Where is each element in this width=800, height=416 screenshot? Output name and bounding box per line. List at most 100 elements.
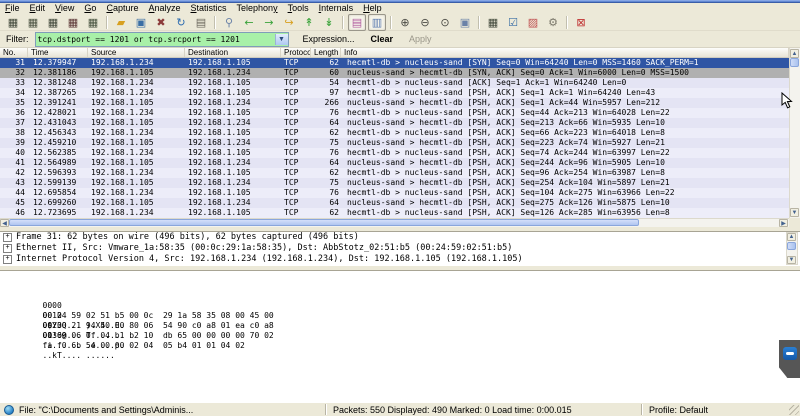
- cell-no: 31: [0, 58, 28, 68]
- expand-icon[interactable]: +: [3, 233, 12, 242]
- expand-icon[interactable]: +: [3, 244, 12, 253]
- column-header[interactable]: Time: [28, 48, 88, 57]
- resize-grip[interactable]: [789, 405, 799, 415]
- menu-capture[interactable]: Capture: [101, 3, 143, 14]
- packet-row[interactable]: 43 12.599139 192.168.1.105 192.168.1.234…: [0, 178, 789, 188]
- column-header[interactable]: Protocol: [281, 48, 311, 57]
- packet-row[interactable]: 41 12.564989 192.168.1.105 192.168.1.234…: [0, 158, 789, 168]
- packet-row[interactable]: 34 12.387265 192.168.1.234 192.168.1.105…: [0, 88, 789, 98]
- colorize-toggle-icon[interactable]: ▤: [348, 14, 366, 31]
- find-packet-icon[interactable]: ⚲: [220, 14, 238, 31]
- menu-internals[interactable]: Internals: [314, 3, 359, 14]
- packet-row[interactable]: 36 12.428021 192.168.1.234 192.168.1.105…: [0, 108, 789, 118]
- cell-time: 12.562385: [28, 148, 88, 158]
- cell-no: 34: [0, 88, 28, 98]
- close-file-icon[interactable]: ✖: [152, 14, 170, 31]
- filter-dropdown-arrow-icon[interactable]: ▼: [275, 34, 288, 45]
- column-header[interactable]: Destination: [185, 48, 281, 57]
- detail-row[interactable]: + Ethernet II, Src: Vmware_1a:58:35 (00:…: [0, 243, 800, 254]
- menu-go[interactable]: Go: [79, 3, 101, 14]
- packet-row[interactable]: 39 12.459210 192.168.1.105 192.168.1.234…: [0, 138, 789, 148]
- open-file-icon[interactable]: ▰: [112, 14, 130, 31]
- scroll-down-icon[interactable]: ▼: [790, 208, 799, 217]
- go-to-packet-icon[interactable]: ↪: [280, 14, 298, 31]
- menu-help[interactable]: Help: [358, 3, 387, 14]
- zoom-100-icon[interactable]: ⊙: [436, 14, 454, 31]
- print-icon[interactable]: ▤: [192, 14, 210, 31]
- scroll-up-icon[interactable]: ▲: [790, 49, 799, 58]
- capture-options-icon[interactable]: ▦: [24, 14, 42, 31]
- help-icon[interactable]: ⊠: [572, 14, 590, 31]
- menu-view[interactable]: View: [50, 3, 79, 14]
- column-header[interactable]: Source: [88, 48, 185, 57]
- go-back-icon[interactable]: ←: [240, 14, 258, 31]
- packet-row[interactable]: 44 12.695854 192.168.1.234 192.168.1.105…: [0, 188, 789, 198]
- expression-button[interactable]: Expression...: [301, 34, 357, 44]
- packet-row[interactable]: 42 12.596393 192.168.1.234 192.168.1.105…: [0, 168, 789, 178]
- detail-text: Frame 31: 62 bytes on wire (496 bits), 6…: [16, 232, 359, 243]
- zoom-out-icon[interactable]: ⊖: [416, 14, 434, 31]
- cell-no: 33: [0, 78, 28, 88]
- status-profile[interactable]: Profile: Default: [643, 404, 800, 416]
- details-scroll-thumb[interactable]: [787, 242, 796, 250]
- cell-time: 12.379947: [28, 58, 88, 68]
- cell-protocol: TCP: [281, 98, 311, 108]
- packet-row[interactable]: 38 12.456343 192.168.1.234 192.168.1.105…: [0, 128, 789, 138]
- packet-row[interactable]: 32 12.381186 192.168.1.105 192.168.1.234…: [0, 68, 789, 78]
- packet-list-vertical-scrollbar[interactable]: [789, 48, 800, 218]
- clear-button[interactable]: Clear: [369, 34, 396, 44]
- menu-tools[interactable]: Tools: [283, 3, 314, 14]
- go-first-icon[interactable]: ↟: [300, 14, 318, 31]
- column-header[interactable]: No.: [0, 48, 28, 57]
- autoscroll-toggle-icon[interactable]: ▥: [368, 14, 386, 31]
- restart-capture-icon[interactable]: ▦: [84, 14, 102, 31]
- packet-row[interactable]: 33 12.381248 192.168.1.234 192.168.1.105…: [0, 78, 789, 88]
- vertical-scroll-thumb[interactable]: [790, 58, 799, 67]
- toolbar-separator: [390, 16, 392, 29]
- scroll-left-icon[interactable]: ◀: [0, 219, 9, 227]
- packet-list-header[interactable]: No.TimeSourceDestinationProtocolLengthIn…: [0, 48, 789, 58]
- packet-row[interactable]: 31 12.379947 192.168.1.234 192.168.1.105…: [0, 58, 789, 68]
- apply-button[interactable]: Apply: [407, 34, 434, 44]
- display-filter-icon[interactable]: ☑: [504, 14, 522, 31]
- packet-row[interactable]: 37 12.431043 192.168.1.105 192.168.1.234…: [0, 118, 789, 128]
- horizontal-scroll-thumb[interactable]: [9, 219, 639, 226]
- resize-columns-icon[interactable]: ▣: [456, 14, 474, 31]
- cell-length: 64: [311, 198, 341, 208]
- cell-no: 41: [0, 158, 28, 168]
- details-scroll-down-icon[interactable]: ▼: [787, 256, 796, 264]
- details-scroll-up-icon[interactable]: ▲: [787, 233, 796, 241]
- expert-info-icon[interactable]: [4, 405, 14, 415]
- save-file-icon[interactable]: ▣: [132, 14, 150, 31]
- stop-capture-icon[interactable]: ▦: [64, 14, 82, 31]
- menu-telephony[interactable]: Telephony: [232, 3, 283, 14]
- filter-combobox[interactable]: ▼: [35, 32, 289, 47]
- list-interfaces-icon[interactable]: ▦: [4, 14, 22, 31]
- menu-file[interactable]: File: [0, 3, 25, 14]
- menu-edit[interactable]: Edit: [25, 3, 51, 14]
- go-last-icon[interactable]: ↡: [320, 14, 338, 31]
- preferences-icon[interactable]: ⚙: [544, 14, 562, 31]
- capture-filter-icon[interactable]: ▦: [484, 14, 502, 31]
- column-header[interactable]: Length: [311, 48, 341, 57]
- start-capture-icon[interactable]: ▦: [44, 14, 62, 31]
- menu-analyze[interactable]: Analyze: [143, 3, 185, 14]
- scroll-right-icon[interactable]: ▶: [779, 219, 788, 227]
- column-header[interactable]: Info: [341, 48, 789, 57]
- detail-row[interactable]: + Internet Protocol Version 4, Src: 192.…: [0, 254, 800, 265]
- packet-row[interactable]: 35 12.391241 192.168.1.105 192.168.1.234…: [0, 98, 789, 108]
- packet-row[interactable]: 40 12.562385 192.168.1.234 192.168.1.105…: [0, 148, 789, 158]
- packet-bytes-pane[interactable]: 0000 00 24 59 02 51 b5 00 0c 29 1a 58 35…: [0, 270, 800, 402]
- zoom-in-icon[interactable]: ⊕: [396, 14, 414, 31]
- filter-label: Filter:: [6, 34, 29, 44]
- reload-icon[interactable]: ↻: [172, 14, 190, 31]
- cell-source: 192.168.1.105: [88, 118, 185, 128]
- filter-input[interactable]: [36, 34, 275, 45]
- go-forward-icon[interactable]: →: [260, 14, 278, 31]
- expand-icon[interactable]: +: [3, 255, 12, 264]
- packet-row[interactable]: 46 12.723695 192.168.1.234 192.168.1.105…: [0, 208, 789, 218]
- coloring-rules-icon[interactable]: ▨: [524, 14, 542, 31]
- detail-row[interactable]: + Frame 31: 62 bytes on wire (496 bits),…: [0, 232, 800, 243]
- packet-row[interactable]: 45 12.699260 192.168.1.105 192.168.1.234…: [0, 198, 789, 208]
- menu-statistics[interactable]: Statistics: [186, 3, 232, 14]
